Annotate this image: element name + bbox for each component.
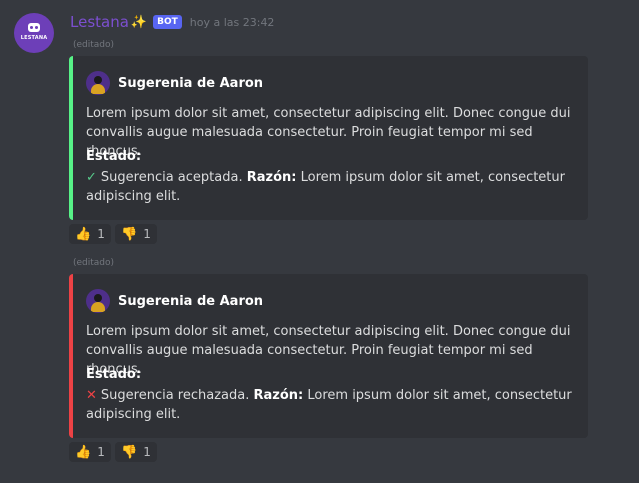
suggestion-embed-accepted: Sugerenia de Aaron Lorem ipsum dolor sit…	[69, 56, 588, 220]
reaction-thumbs-up[interactable]: 👍 1	[69, 224, 111, 244]
thumbs-up-icon: 👍	[75, 226, 92, 242]
reaction-count: 1	[143, 227, 151, 241]
reaction-thumbs-down[interactable]: 👎 1	[115, 224, 157, 244]
timestamp: hoy a las 23:42	[189, 15, 275, 29]
edited-label: (editado)	[73, 40, 115, 50]
embed-author-name: Sugerenia de Aaron	[118, 75, 264, 91]
field-value: ✓ Sugerencia aceptada. Razón: Lorem ipsum…	[86, 168, 576, 206]
reaction-thumbs-up[interactable]: 👍 1	[69, 442, 111, 462]
thumbs-down-icon: 👎	[121, 226, 138, 242]
embed-author: Sugerenia de Aaron	[86, 289, 263, 313]
thumbs-down-icon: 👎	[121, 444, 138, 460]
embed-author-name: Sugerenia de Aaron	[118, 293, 264, 309]
check-icon: ✓	[86, 170, 97, 185]
bot-avatar[interactable]: LESTANA	[14, 13, 54, 53]
author-avatar	[86, 71, 110, 95]
field-name: Estado:	[86, 149, 142, 164]
cross-icon: ✕	[86, 388, 97, 403]
author-avatar	[86, 289, 110, 313]
embed-author: Sugerenia de Aaron	[86, 71, 263, 95]
avatar-label: LESTANA	[20, 35, 48, 41]
edited-label: (editado)	[73, 258, 115, 268]
status-text: Sugerencia aceptada.	[100, 170, 243, 185]
reaction-thumbs-down[interactable]: 👎 1	[115, 442, 157, 462]
reaction-count: 1	[97, 445, 105, 459]
reason-label: Razón:	[246, 170, 297, 185]
reactions-bar: 👍 1 👎 1	[69, 442, 157, 462]
embed-description: Lorem ipsum dolor sit amet, consectetur …	[86, 106, 571, 159]
reaction-count: 1	[97, 227, 105, 241]
reactions-bar: 👍 1 👎 1	[69, 224, 157, 244]
username[interactable]: Lestana	[70, 13, 129, 31]
bot-face-icon	[28, 23, 40, 32]
suggestion-embed-rejected: Sugerenia de Aaron Lorem ipsum dolor sit…	[69, 274, 588, 438]
embed-description: Lorem ipsum dolor sit amet, consectetur …	[86, 324, 571, 377]
thumbs-up-icon: 👍	[75, 444, 92, 460]
status-text: Sugerencia rechazada.	[100, 388, 250, 403]
field-name: Estado:	[86, 367, 142, 382]
reaction-count: 1	[143, 445, 151, 459]
sparkle-icon: ✨	[130, 14, 148, 30]
message-header: Lestana ✨ BOT hoy a las 23:42	[70, 12, 274, 32]
bot-tag: BOT	[153, 15, 182, 29]
reason-label: Razón:	[253, 388, 304, 403]
field-value: ✕ Sugerencia rechazada. Razón: Lorem ipsu…	[86, 386, 576, 424]
